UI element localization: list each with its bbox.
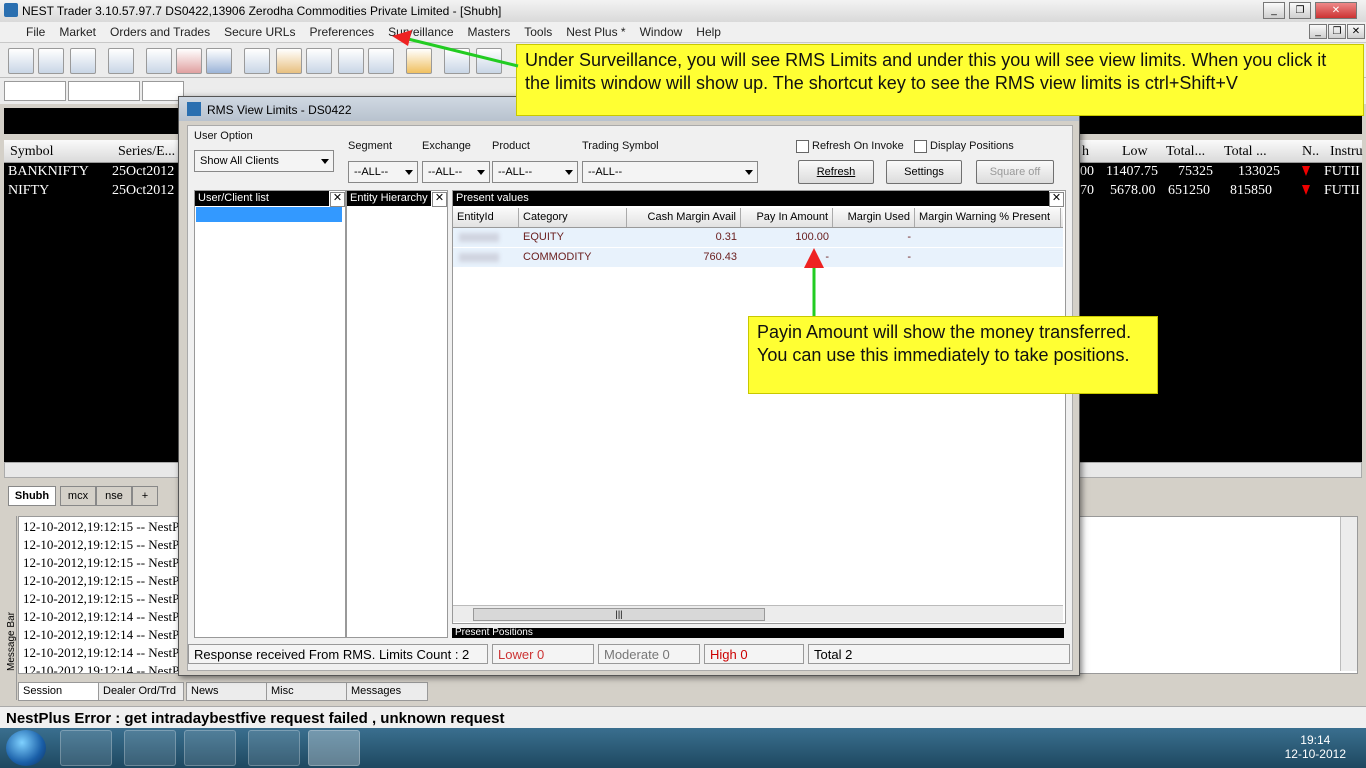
annotation-arrows <box>392 30 824 316</box>
surveillance-arrow-line <box>403 36 519 68</box>
surveillance-arrow-head-icon <box>392 30 412 46</box>
payin-arrow-head-icon <box>804 248 824 268</box>
